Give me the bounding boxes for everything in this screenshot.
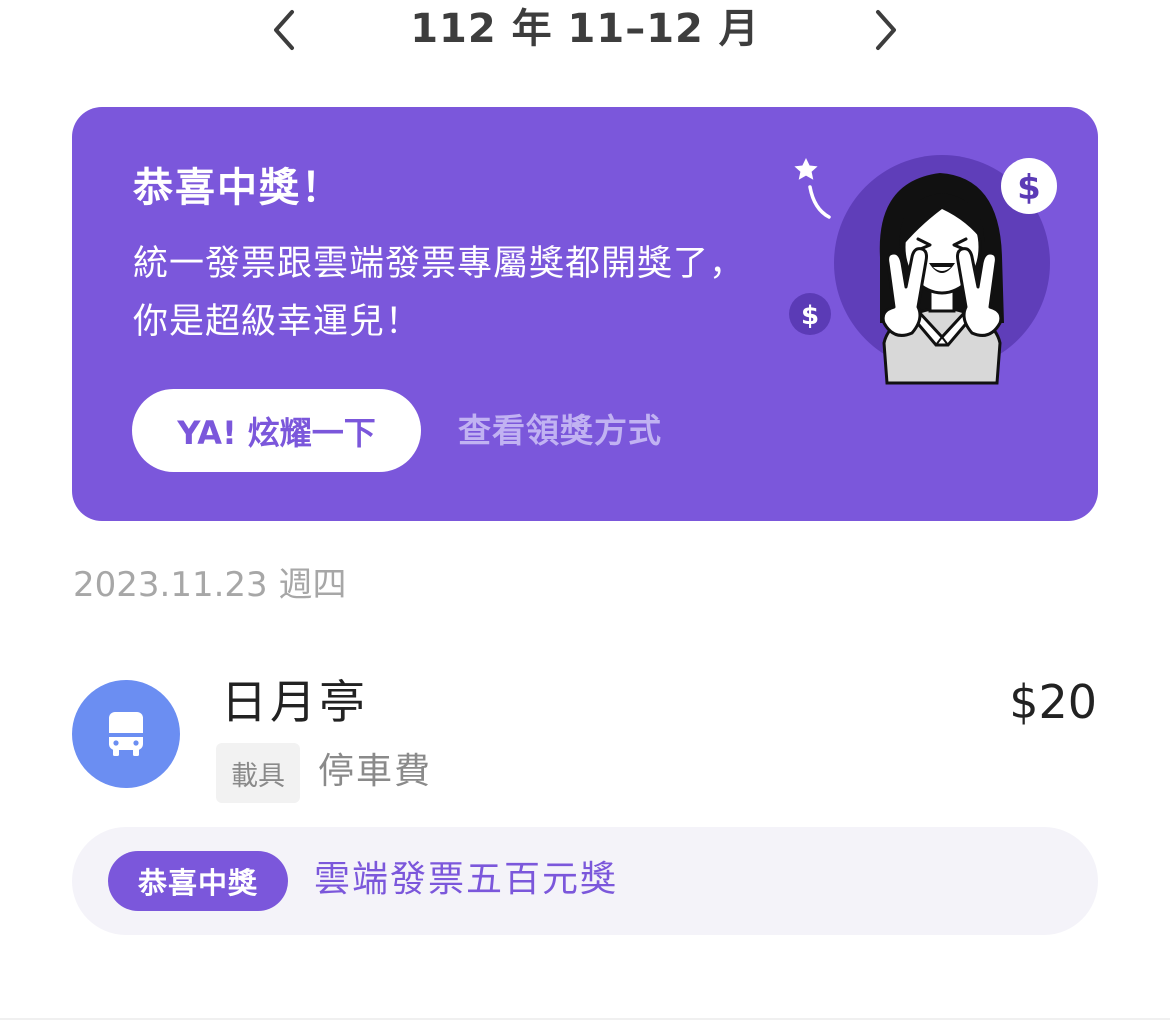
period-title: 112 年 11–12 月 [410, 6, 760, 52]
coin-icon: $ [1001, 158, 1057, 214]
transaction-category: 停車費 [318, 751, 433, 792]
prize-badge: 恭喜中獎 [108, 851, 288, 911]
coin-icon: $ [789, 293, 831, 335]
svg-text:$: $ [801, 301, 819, 331]
bus-icon [109, 712, 143, 756]
girl-figure [879, 173, 1004, 385]
previous-period-button[interactable] [264, 4, 304, 56]
star-icon [794, 158, 818, 180]
period-header: 112 年 11–12 月 [0, 0, 1170, 60]
banner-title: 恭喜中獎！ [133, 165, 343, 211]
carrier-tag: 載具 [216, 743, 300, 803]
chevron-left-icon [274, 10, 294, 50]
merchant-name[interactable]: 日月亭 [221, 673, 368, 731]
transaction-category-icon[interactable] [72, 680, 180, 788]
prize-row[interactable]: 恭喜中獎 雲端發票五百元獎 [72, 827, 1098, 935]
prize-banner: 恭喜中獎！ 統一發票跟雲端發票專屬獎都開獎了，你是超級幸運兒！ YA! 炫耀一下… [72, 107, 1098, 521]
winner-celebration-illustration: $ $ [789, 155, 1057, 385]
banner-description: 統一發票跟雲端發票專屬獎都開獎了，你是超級幸運兒！ [133, 244, 746, 342]
svg-text:$: $ [1017, 168, 1041, 208]
prize-text: 雲端發票五百元獎 [314, 859, 619, 900]
claim-instructions-link[interactable]: 查看領獎方式 [458, 407, 662, 455]
transaction-date: 2023.11.23 週四 [73, 565, 347, 605]
chevron-right-icon [876, 10, 896, 50]
share-button[interactable]: YA! 炫耀一下 [132, 389, 421, 472]
transaction-amount: $20 [1009, 675, 1097, 729]
next-period-button[interactable] [866, 4, 906, 56]
